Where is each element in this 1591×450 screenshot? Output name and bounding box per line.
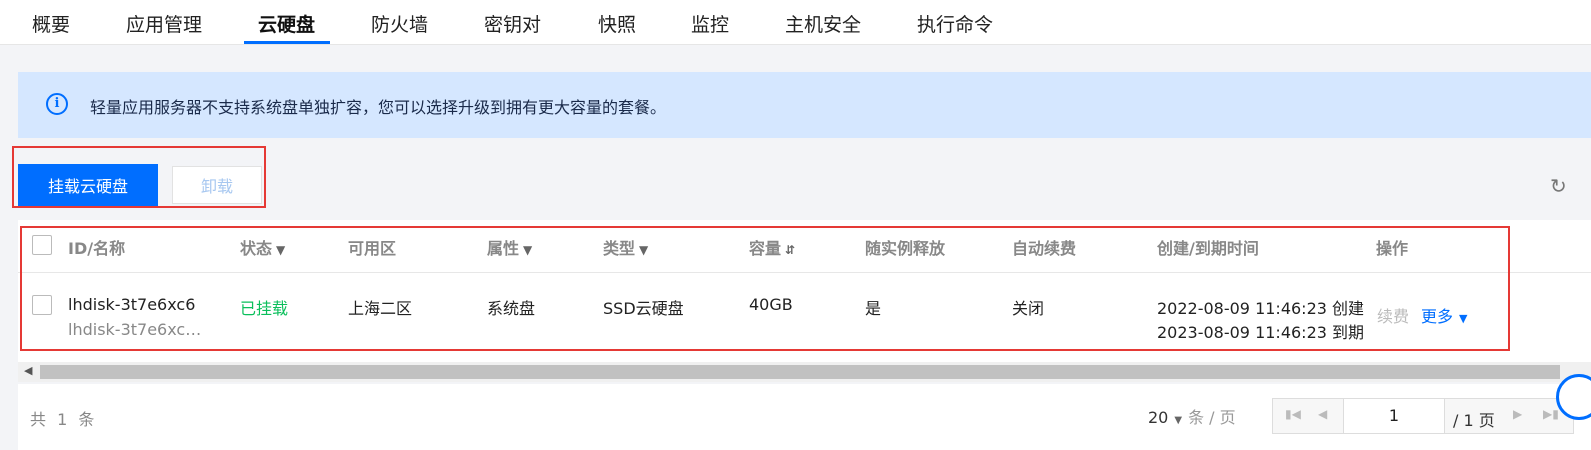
pagination-bar: 共 1 条 20 ▼ 条 / 页 ▮◀ ◀ 1 / 1 页 ▶ ▶▮ bbox=[18, 384, 1591, 450]
filter-icon[interactable]: ▼ bbox=[276, 243, 285, 257]
active-tab-indicator bbox=[244, 41, 330, 44]
col-header-capacity[interactable]: 容量 ⇵ bbox=[749, 235, 795, 259]
watermark: CSDN @Au__gust bbox=[1446, 434, 1542, 447]
tab-host-security[interactable]: 主机安全 bbox=[785, 10, 861, 37]
tab-overview[interactable]: 概要 bbox=[32, 10, 70, 37]
attach-disk-button[interactable]: 挂载云硬盘 bbox=[18, 164, 158, 206]
col-header-type-label: 类型 bbox=[603, 239, 636, 258]
status-badge: 已挂载 bbox=[240, 299, 289, 318]
col-header-capacity-label: 容量 bbox=[749, 239, 782, 258]
col-header-zone: 可用区 bbox=[348, 239, 397, 258]
scrollbar-thumb[interactable] bbox=[40, 365, 1560, 379]
next-page-icon[interactable]: ▶ bbox=[1513, 407, 1522, 421]
more-menu[interactable]: 更多 ▼ bbox=[1421, 303, 1467, 327]
alert-message: 轻量应用服务器不支持系统盘单独扩容，您可以选择升级到拥有更大容量的套餐。 bbox=[90, 98, 667, 117]
col-header-status[interactable]: 状态 ▼ bbox=[240, 235, 285, 259]
select-all-checkbox[interactable] bbox=[32, 235, 52, 255]
caret-down-icon: ▼ bbox=[1459, 312, 1468, 325]
col-header-attribute-label: 属性 bbox=[487, 239, 520, 258]
tab-monitoring[interactable]: 监控 bbox=[691, 10, 729, 37]
sort-icon[interactable]: ⇵ bbox=[785, 243, 795, 257]
horizontal-scrollbar[interactable]: ◀ bbox=[18, 362, 1591, 382]
renew-link: 续费 bbox=[1377, 307, 1410, 326]
filter-icon[interactable]: ▼ bbox=[523, 243, 532, 257]
pager: ▮◀ ◀ 1 / 1 页 ▶ ▶▮ bbox=[1272, 398, 1574, 434]
more-label: 更多 bbox=[1421, 307, 1454, 326]
disk-name: lhdisk-3t7e6xc… bbox=[68, 320, 202, 339]
release-cell: 是 bbox=[865, 299, 882, 318]
info-icon: i bbox=[46, 93, 68, 115]
page-number-input[interactable]: 1 bbox=[1343, 399, 1445, 433]
tab-cloud-disk[interactable]: 云硬盘 bbox=[258, 10, 315, 37]
col-header-type[interactable]: 类型 ▼ bbox=[603, 235, 648, 259]
page-size-value: 20 bbox=[1148, 408, 1169, 427]
auto-renew-cell: 关闭 bbox=[1012, 299, 1045, 318]
detach-button: 卸载 bbox=[172, 166, 262, 204]
col-header-time: 创建/到期时间 bbox=[1157, 239, 1259, 258]
col-header-actions: 操作 bbox=[1376, 239, 1409, 258]
col-header-release: 随实例释放 bbox=[865, 239, 946, 258]
attribute-cell: 系统盘 bbox=[487, 299, 536, 318]
tab-firewall[interactable]: 防火墙 bbox=[371, 10, 428, 37]
caret-down-icon: ▼ bbox=[1174, 415, 1183, 426]
total-count: 共 1 条 bbox=[30, 410, 98, 429]
total-pages: / 1 页 bbox=[1453, 411, 1495, 430]
top-tabs: 概要 应用管理 云硬盘 防火墙 密钥对 快照 监控 主机安全 执行命令 bbox=[0, 0, 1591, 45]
scroll-left-icon[interactable]: ◀ bbox=[24, 364, 32, 377]
refresh-icon[interactable]: ↻ bbox=[1550, 174, 1567, 198]
tab-snapshots[interactable]: 快照 bbox=[598, 10, 636, 37]
page-size-unit: 条 / 页 bbox=[1188, 408, 1236, 427]
tab-key-pairs[interactable]: 密钥对 bbox=[484, 10, 541, 37]
disk-id[interactable]: lhdisk-3t7e6xc6 bbox=[68, 295, 195, 314]
zone-cell: 上海二区 bbox=[348, 299, 413, 318]
type-cell: SSD云硬盘 bbox=[603, 299, 684, 318]
header-divider bbox=[18, 272, 1591, 273]
capacity-cell: 40GB bbox=[749, 295, 793, 314]
prev-page-icon[interactable]: ◀ bbox=[1318, 407, 1327, 421]
disk-table: ID/名称 状态 ▼ 可用区 属性 ▼ 类型 ▼ 容量 ⇵ 随实例释放 自动续费 创建/… bbox=[18, 220, 1591, 362]
expire-time: 2023-08-09 11:46:23 到期 bbox=[1157, 323, 1365, 342]
filter-icon[interactable]: ▼ bbox=[639, 243, 648, 257]
row-checkbox[interactable] bbox=[32, 295, 52, 315]
page-size-select[interactable]: 20 ▼ 条 / 页 bbox=[1148, 404, 1236, 428]
col-header-attribute[interactable]: 属性 ▼ bbox=[487, 235, 532, 259]
last-page-icon[interactable]: ▶▮ bbox=[1543, 407, 1559, 421]
info-alert: i 轻量应用服务器不支持系统盘单独扩容，您可以选择升级到拥有更大容量的套餐。 bbox=[18, 72, 1591, 138]
tab-app-management[interactable]: 应用管理 bbox=[126, 10, 202, 37]
col-header-status-label: 状态 bbox=[240, 239, 273, 258]
first-page-icon[interactable]: ▮◀ bbox=[1285, 407, 1301, 421]
col-header-id-name: ID/名称 bbox=[68, 239, 126, 258]
created-time: 2022-08-09 11:46:23 创建 bbox=[1157, 299, 1365, 318]
tab-execute-command[interactable]: 执行命令 bbox=[917, 10, 993, 37]
col-header-auto-renew: 自动续费 bbox=[1012, 239, 1077, 258]
